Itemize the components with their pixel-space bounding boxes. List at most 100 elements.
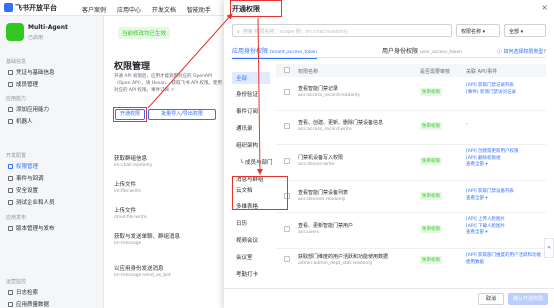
category-vc[interactable]: 视频会议	[236, 236, 258, 244]
help-link[interactable]: ⓘ 如何选择权限类型?	[497, 48, 546, 55]
drawer-footer: 取消 确认开通权限	[224, 288, 554, 308]
permission-scope: acs:users	[298, 230, 320, 235]
status-badge: 免审权限	[420, 122, 442, 130]
status-badge: 免审权限	[420, 157, 442, 165]
permission-icon	[8, 164, 13, 169]
chart-icon	[8, 302, 13, 307]
confirm-open-button[interactable]: 确认开通权限	[508, 293, 548, 305]
log-icon	[8, 290, 13, 295]
api-link[interactable]: [API] 获取门禁记录列表	[466, 83, 514, 88]
permission-scope: admin:admin_dept_stat:readonly	[298, 261, 373, 266]
api-list: [API] 创建或更新用户权限 [API] 删除权限组 查看全部 ▾	[466, 149, 544, 169]
permission-name: 查看智能门禁记录	[298, 86, 339, 92]
top-nav: 客户案例 应用中心 开发文档 智能助手	[82, 5, 220, 14]
highlight-open-permission	[113, 107, 147, 122]
permission-name: 获取部门维度的用户活跃和功能使用数据	[298, 254, 389, 260]
nav-assistant[interactable]: 智能助手	[187, 7, 211, 14]
table-row[interactable]: 门禁机设备写入权限 acs:device:write 免审权限 [API] 创建…	[276, 145, 546, 181]
sidebar-group-dev: 开发配置	[6, 153, 27, 159]
shield-icon	[8, 188, 13, 193]
permission-name: 门禁机设备写入权限	[298, 155, 344, 161]
category-events[interactable]: 事件订阅	[236, 107, 258, 115]
table-header: 权限名称 是否需要审核 关联 API/事件	[276, 64, 546, 77]
platform-logo[interactable]: 飞书开放平台	[4, 3, 57, 13]
category-contacts[interactable]: 通讯录	[236, 124, 253, 132]
view-all-link[interactable]: 查看全部 ▾	[466, 230, 488, 235]
permission-scope: acs:access_record:readonly	[298, 93, 361, 98]
list-item: 获取群组信息 im:chat:readonly	[114, 156, 153, 168]
table-row[interactable]: 获取部门维度的用户活跃和功能使用数据 admin:admin_dept_stat…	[276, 249, 546, 271]
sidebar-group-monitor: 运营监控	[6, 279, 27, 285]
open-permission-drawer: 开通权限 × ⌕ 搜索 权限名称、scope 例：im:chat:readonly…	[224, 0, 554, 308]
sidebar-item-credentials[interactable]: 凭证与基础信息	[8, 68, 55, 76]
category-calendar[interactable]: 日历	[236, 219, 247, 227]
category-auth[interactable]: 身份验证	[236, 90, 258, 98]
category-room[interactable]: 会议室	[236, 253, 253, 261]
row-checkbox[interactable]	[284, 158, 290, 164]
sidebar-item-events[interactable]: 事件与回调	[8, 174, 44, 182]
row-checkbox[interactable]	[284, 89, 290, 95]
tab-user-identity[interactable]: 用户身份权限 user_access_token	[382, 46, 462, 55]
app-status: 已启用	[28, 35, 44, 41]
app-card[interactable]: Multi-Agent 已启用	[6, 21, 98, 51]
members-icon	[8, 82, 13, 87]
sidebar-item-bot[interactable]: 机器人	[8, 117, 33, 125]
sidebar: Multi-Agent 已启用 基础信息 凭证与基础信息 成员管理 应用能力 添…	[0, 16, 104, 308]
view-all-link[interactable]: 查看全部 ▾	[466, 196, 488, 201]
api-link[interactable]: [API] 创建或更新用户权限	[466, 149, 519, 154]
sidebar-item-security[interactable]: 安全设置	[8, 186, 38, 194]
collapse-handle[interactable]: «	[544, 238, 554, 258]
sidebar-item-permissions[interactable]: 权限管理	[8, 162, 38, 170]
nav-dev-docs[interactable]: 开发文档	[152, 7, 176, 14]
api-link[interactable]: [API] 下载人脸图片	[466, 224, 505, 229]
sidebar-item-quality[interactable]: 应用质量数据	[8, 300, 49, 308]
api-link[interactable]: [API] 上传人脸图片	[466, 217, 505, 222]
category-all[interactable]: 全部	[232, 72, 270, 84]
sidebar-item-logs[interactable]: 日志检索	[8, 288, 38, 296]
sidebar-item-versions[interactable]: 版本管理与发布	[8, 224, 55, 232]
category-members[interactable]: └ 成员与部门	[240, 158, 273, 166]
table-row[interactable]: 查看智能门禁记录 acs:access_record:readonly 免审权限…	[276, 77, 546, 111]
cancel-button[interactable]: 取消	[478, 293, 504, 305]
close-icon[interactable]: ×	[541, 3, 548, 12]
api-link[interactable]: [API] 删除权限组	[466, 156, 501, 161]
permission-name: 查看、创建、更新、删除门禁设备信息	[298, 120, 384, 126]
permission-name: 查看智能门禁设备列表	[298, 190, 349, 196]
filter-select-status[interactable]: 全部 ▾	[504, 24, 546, 37]
category-org[interactable]: 组织架构	[236, 141, 258, 149]
sidebar-item-add-capability[interactable]: 添加应用能力	[8, 105, 49, 113]
api-link[interactable]: [事件] 新增门禁访问记录	[466, 90, 516, 95]
chevron-down-icon: ▾	[520, 29, 524, 35]
table-row[interactable]: 查看、更新智能门禁用户 acs:users 免审权限 [API] 上传人脸图片[…	[276, 213, 546, 249]
table-row[interactable]: 查看智能门禁设备列表 acs:devices:readonly 免审权限 [AP…	[276, 181, 546, 213]
api-link[interactable]: [API] 获取部门维度的用户活跃和功能使用数据	[466, 253, 544, 266]
category-attendance[interactable]: 考勤打卡	[236, 270, 258, 278]
highlight-doc-categories	[232, 176, 288, 210]
column-header: 关联 API/事件	[466, 69, 498, 75]
view-all-link[interactable]: 查看全部 ▾	[466, 162, 488, 167]
batch-import-export-button[interactable]: 批量导入/导出权限	[148, 109, 216, 120]
page-description: 开通 API 权限后，应用才能调用对应的 OpenAPI（Open API），请…	[114, 74, 223, 93]
sidebar-item-members[interactable]: 成员管理	[8, 80, 38, 88]
tab-app-identity[interactable]: 应用身份权限 tenant_access_token	[232, 46, 318, 59]
page-title: 权限管理	[114, 62, 151, 72]
list-item: 获取与发送单聊、群组消息 im:message	[114, 234, 181, 246]
row-checkbox[interactable]	[284, 226, 290, 232]
status-badge: 免审权限	[420, 225, 442, 233]
table-row[interactable]: 查看、创建、更新、删除门禁设备信息 acs:access_record:writ…	[276, 111, 546, 145]
list-item: 上传文件 drive:file:write	[114, 208, 147, 220]
row-checkbox[interactable]	[284, 123, 290, 129]
nav-cases[interactable]: 客户案例	[82, 7, 106, 14]
permission-table: 权限名称 是否需要审核 关联 API/事件 查看智能门禁记录 acs:acces…	[276, 64, 546, 266]
status-badge: 免审权限	[420, 192, 442, 200]
filter-select-name[interactable]: 权限名称 ▾	[456, 24, 500, 37]
row-checkbox[interactable]	[284, 256, 290, 262]
logo-icon	[4, 3, 13, 12]
nav-app-center[interactable]: 应用中心	[117, 7, 141, 14]
select-all-checkbox[interactable]	[284, 67, 290, 73]
api-link[interactable]: [API] 获取门禁设备列表	[466, 189, 514, 194]
search-input[interactable]: ⌕ 搜索 权限名称、scope 例：im:chat:readonly	[232, 24, 452, 37]
sidebar-item-test-users[interactable]: 测试企业和人员	[8, 198, 55, 206]
api-list: [API] 获取门禁记录列表 [事件] 新增门禁访问记录	[466, 83, 544, 96]
permission-scope: acs:access_record:write	[298, 127, 352, 132]
